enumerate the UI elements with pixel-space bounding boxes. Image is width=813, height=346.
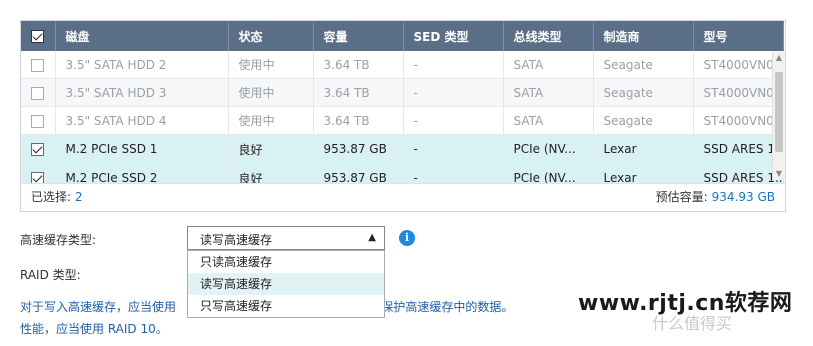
table-row: 3.5" SATA HDD 2 使用中 3.64 TB - SATA Seaga… xyxy=(21,51,784,79)
disk-cell: 3.5" SATA HDD 2 xyxy=(55,51,229,79)
selected-label: 已选择: xyxy=(31,190,72,204)
table-row: 3.5" SATA HDD 4 使用中 3.64 TB - SATA Seaga… xyxy=(21,106,784,135)
selected-count: 2 xyxy=(74,190,83,204)
column-header[interactable]: SED 类型 xyxy=(403,21,504,51)
bus-cell: SATA xyxy=(503,106,594,135)
raid-type-label: RAID 类型: xyxy=(20,268,81,282)
column-header[interactable]: 制造商 xyxy=(593,21,694,51)
capacity-cell: 3.64 TB xyxy=(313,106,404,135)
estimated-label: 预估容量: xyxy=(655,190,708,204)
estimated-value: 934.93 GB xyxy=(711,190,775,204)
disk-cell: 3.5" SATA HDD 3 xyxy=(55,78,229,107)
table-row[interactable]: M.2 PCIe SSD 1 良好 953.87 GB - PCIe (NV..… xyxy=(21,134,784,164)
info-icon[interactable]: i xyxy=(399,230,415,246)
checkbox-icon xyxy=(31,143,44,156)
sed-cell: - xyxy=(403,106,504,135)
vendor-cell: Seagate xyxy=(593,106,694,135)
section-title-cut: — xyxy=(20,0,33,5)
caret-up-icon: ▲ xyxy=(368,232,376,243)
column-header[interactable]: 状态 xyxy=(228,21,314,51)
scroll-thumb[interactable] xyxy=(775,72,783,152)
row-checkbox[interactable] xyxy=(21,106,56,135)
sed-cell: - xyxy=(403,78,504,107)
checkbox-icon xyxy=(31,58,44,72)
row-checkbox[interactable] xyxy=(21,51,56,79)
status-cell: 使用中 xyxy=(228,51,314,79)
watermark-sub: 什么值得买 xyxy=(652,314,733,333)
table-row: 3.5" SATA HDD 3 使用中 3.64 TB - SATA Seaga… xyxy=(21,78,784,107)
cache-type-select[interactable]: 读写高速缓存 ▲ xyxy=(187,226,385,250)
vendor-cell: Seagate xyxy=(593,51,694,79)
bus-cell: SATA xyxy=(503,51,594,79)
vendor-cell: Lexar xyxy=(593,134,694,164)
column-header[interactable]: 总线类型 xyxy=(503,21,594,51)
sed-cell: - xyxy=(403,51,504,79)
row-checkbox[interactable] xyxy=(21,78,56,107)
checkbox-icon xyxy=(31,86,44,100)
cache-type-label: 高速缓存类型: xyxy=(20,233,97,247)
model-cell: ST4000VN0... xyxy=(693,78,784,107)
disk-table: 磁盘 状态 容量 SED 类型 总线类型 制造商 型号 3.5" SATA HD… xyxy=(20,20,786,212)
row-checkbox[interactable] xyxy=(21,134,56,164)
cache-type-value: 读写高速缓存 xyxy=(200,233,273,247)
description-part: 对于写入高速缓存，应当使用 xyxy=(20,300,177,314)
vendor-cell: Seagate xyxy=(593,78,694,107)
capacity-cell: 3.64 TB xyxy=(313,51,404,79)
menu-item-writeonly[interactable]: 只写高速缓存 xyxy=(188,295,384,317)
column-header[interactable]: 磁盘 xyxy=(55,21,229,51)
checkbox-icon xyxy=(31,114,44,128)
checkbox-icon xyxy=(31,30,44,43)
model-cell: ST4000VN0... xyxy=(693,51,784,79)
scroll-up-icon[interactable]: ▲ xyxy=(774,53,784,62)
selected-summary: 已选择: 2 xyxy=(31,184,83,211)
bus-cell: SATA xyxy=(503,78,594,107)
status-cell: 使用中 xyxy=(228,106,314,135)
model-cell: SSD ARES 1... xyxy=(693,134,784,164)
estimated-capacity: 预估容量: 934.93 GB xyxy=(656,184,775,211)
column-header[interactable]: 型号 xyxy=(693,21,784,51)
table-footer: 已选择: 2 预估容量: 934.93 GB xyxy=(21,183,785,211)
table-header: 磁盘 状态 容量 SED 类型 总线类型 制造商 型号 xyxy=(21,21,784,51)
scroll-down-icon[interactable]: ▼ xyxy=(774,169,784,178)
model-cell: ST4000VN0... xyxy=(693,106,784,135)
disk-cell: M.2 PCIe SSD 1 xyxy=(55,134,229,164)
cache-type-menu: 只读高速缓存 读写高速缓存 只写高速缓存 xyxy=(187,250,385,318)
status-cell: 良好 xyxy=(228,134,314,164)
select-all-checkbox[interactable] xyxy=(21,21,56,51)
column-header[interactable]: 容量 xyxy=(313,21,404,51)
bus-cell: PCIe (NV... xyxy=(503,134,594,164)
menu-item-readonly[interactable]: 只读高速缓存 xyxy=(188,251,384,273)
status-cell: 使用中 xyxy=(228,78,314,107)
table-scrollbar[interactable]: ▲ ▼ xyxy=(772,52,785,179)
capacity-cell: 3.64 TB xyxy=(313,78,404,107)
capacity-cell: 953.87 GB xyxy=(313,134,404,164)
sed-cell: - xyxy=(403,134,504,164)
menu-item-readwrite[interactable]: 读写高速缓存 xyxy=(188,273,384,295)
disk-cell: 3.5" SATA HDD 4 xyxy=(55,106,229,135)
